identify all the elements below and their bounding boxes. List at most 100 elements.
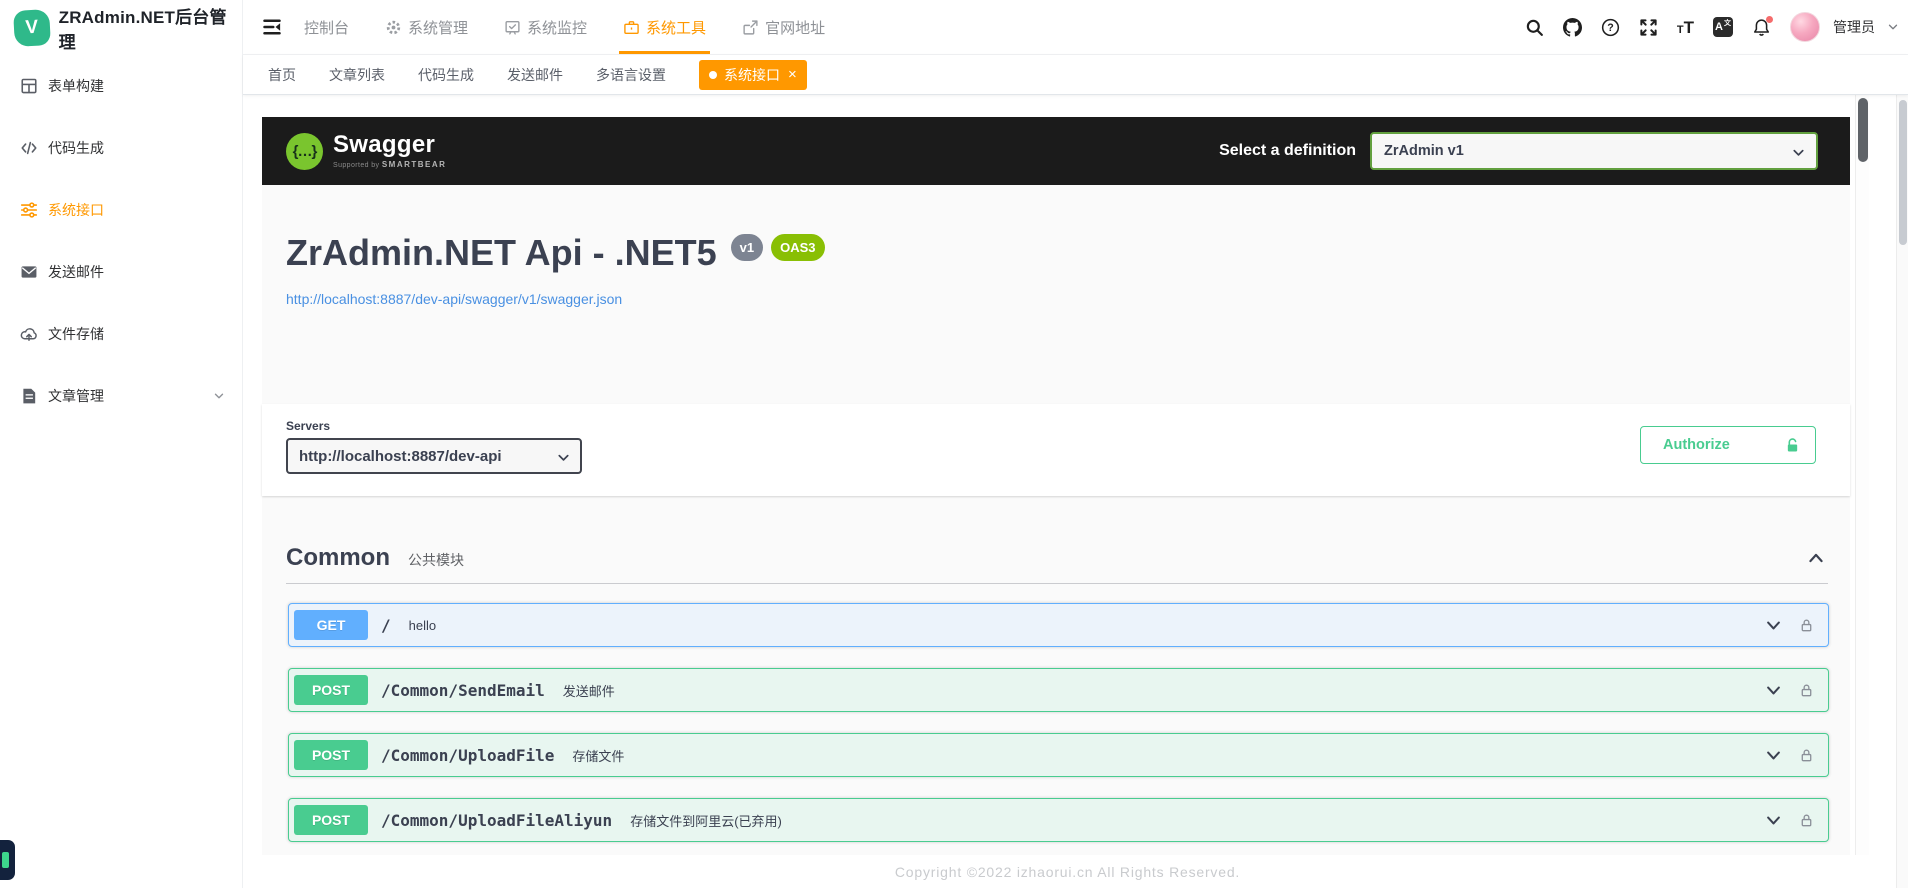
- operation-summary: 发送邮件: [563, 681, 615, 700]
- search-icon[interactable]: [1525, 18, 1544, 37]
- sidebar-item-code-gen[interactable]: 代码生成: [0, 117, 242, 179]
- swagger-topbar: {…} Swagger Supported by SMARTBEAR Selec…: [262, 117, 1850, 185]
- tab-article-list[interactable]: 文章列表: [329, 65, 385, 85]
- chevron-up-icon[interactable]: [1806, 548, 1826, 568]
- nav-item-label: 控制台: [304, 17, 349, 38]
- chevron-down-icon[interactable]: [1764, 681, 1783, 700]
- lock-icon[interactable]: [1799, 618, 1814, 633]
- operation-path: /Common/UploadFile: [381, 746, 554, 765]
- app-header: 控制台 系统管理 系统监控 系统工具: [243, 0, 1908, 55]
- nav-item-console[interactable]: 控制台: [304, 0, 349, 54]
- form-grid-icon: [20, 77, 38, 95]
- help-icon[interactable]: ?: [1601, 18, 1620, 37]
- chevron-down-icon[interactable]: [1764, 616, 1783, 635]
- scrollbar-thumb[interactable]: [1899, 100, 1907, 245]
- collapse-sidebar-icon[interactable]: [262, 17, 282, 37]
- sidebar-item-send-email[interactable]: 发送邮件: [0, 241, 242, 303]
- main-column: 控制台 系统管理 系统监控 系统工具: [243, 0, 1908, 888]
- scheme-container: Servers http://localhost:8887/dev-api Au…: [262, 404, 1850, 496]
- chevron-down-icon: [212, 389, 226, 403]
- lock-icon[interactable]: [1799, 813, 1814, 828]
- definition-select[interactable]: ZrAdmin v1: [1370, 132, 1818, 170]
- sidebar-item-form-build[interactable]: 表单构建: [0, 55, 242, 117]
- nav-item-website[interactable]: 官网地址: [742, 0, 825, 54]
- nav-item-label: 系统管理: [408, 17, 468, 38]
- envelope-icon: [20, 263, 38, 281]
- font-size-icon[interactable]: TT: [1677, 19, 1694, 36]
- servers-label: Servers: [286, 419, 1826, 433]
- username[interactable]: 管理员: [1833, 17, 1875, 37]
- tab-send-email[interactable]: 发送邮件: [507, 65, 563, 85]
- server-select[interactable]: http://localhost:8887/dev-api: [286, 438, 582, 474]
- lock-icon[interactable]: [1799, 683, 1814, 698]
- monitor-icon: [504, 19, 521, 36]
- fullscreen-icon[interactable]: [1639, 18, 1658, 37]
- unlock-icon: [1784, 437, 1801, 454]
- smartbear-label: SMARTBEAR: [382, 160, 447, 169]
- cloud-upload-icon: [20, 325, 38, 343]
- section-common-header[interactable]: Common 公共模块: [286, 532, 1828, 584]
- nav-item-label: 系统工具: [646, 17, 706, 38]
- sidebar-item-label: 系统接口: [48, 200, 104, 220]
- close-tab-icon[interactable]: ×: [788, 67, 797, 82]
- version-badge: v1: [731, 234, 763, 261]
- nav-item-system-monitor[interactable]: 系统监控: [504, 0, 587, 54]
- oas3-badge: OAS3: [771, 234, 824, 261]
- app-title: ZRAdmin.NET后台管理: [59, 3, 242, 53]
- section-title: Common: [286, 544, 390, 572]
- tab-code-gen[interactable]: 代码生成: [418, 65, 474, 85]
- swagger-brand[interactable]: {…} Swagger Supported by SMARTBEAR: [286, 133, 446, 170]
- api-info: ZrAdmin.NET Api - .NET5 v1 OAS3 http://l…: [262, 185, 1850, 309]
- sidebar-item-label: 表单构建: [48, 76, 104, 96]
- chevron-down-icon[interactable]: [1886, 20, 1900, 34]
- tab-home[interactable]: 首页: [268, 65, 296, 85]
- method-badge: POST: [294, 675, 368, 705]
- sidebar-item-label: 文件存储: [48, 324, 104, 344]
- github-icon[interactable]: [1563, 18, 1582, 37]
- nav-item-system-tools[interactable]: 系统工具: [623, 0, 706, 54]
- page-content: {…} Swagger Supported by SMARTBEAR Selec…: [243, 95, 1908, 888]
- swagger-brand-subtitle: Supported by SMARTBEAR: [333, 160, 446, 169]
- scrollbar-thumb[interactable]: [1858, 98, 1868, 162]
- method-badge: GET: [294, 610, 368, 640]
- sidebar-item-article-manage[interactable]: 文章管理: [0, 365, 242, 427]
- sidebar: V ZRAdmin.NET后台管理 表单构建 代码生成 系统接口 发送邮件: [0, 0, 243, 888]
- tab-system-api-active[interactable]: 系统接口 ×: [699, 60, 807, 90]
- language-icon[interactable]: A文: [1713, 17, 1733, 37]
- swagger-scrollbar[interactable]: [1855, 95, 1869, 888]
- chevron-down-icon[interactable]: [1764, 746, 1783, 765]
- operation-row-send-email[interactable]: POST /Common/SendEmail 发送邮件: [288, 668, 1829, 712]
- tab-i18n[interactable]: 多语言设置: [596, 65, 666, 85]
- method-badge: POST: [294, 805, 368, 835]
- supported-by-label: Supported by: [333, 162, 379, 169]
- app-logo-row[interactable]: V ZRAdmin.NET后台管理: [0, 0, 242, 55]
- lock-icon[interactable]: [1799, 748, 1814, 763]
- operation-path: /: [381, 616, 391, 635]
- operation-row-get-hello[interactable]: GET / hello: [288, 603, 1829, 647]
- operation-row-upload-file-aliyun[interactable]: POST /Common/UploadFileAliyun 存储文件到阿里云(已…: [288, 798, 1829, 842]
- authorize-label: Authorize: [1663, 437, 1730, 453]
- sliders-icon: [20, 201, 38, 219]
- chevron-down-icon[interactable]: [1764, 811, 1783, 830]
- swagger-logo-icon: {…}: [286, 133, 323, 170]
- select-definition-label: Select a definition: [1219, 142, 1356, 160]
- api-title: ZrAdmin.NET Api - .NET5: [286, 235, 717, 271]
- nav-item-label: 系统监控: [527, 17, 587, 38]
- gear-icon: [385, 19, 402, 36]
- authorize-button[interactable]: Authorize: [1640, 426, 1816, 464]
- avatar[interactable]: [1790, 12, 1820, 42]
- spec-url-link[interactable]: http://localhost:8887/dev-api/swagger/v1…: [286, 291, 622, 307]
- sidebar-item-system-api[interactable]: 系统接口: [0, 179, 242, 241]
- chevron-down-icon: [556, 450, 571, 465]
- operation-row-upload-file[interactable]: POST /Common/UploadFile 存储文件: [288, 733, 1829, 777]
- notifications-bell-icon[interactable]: [1752, 18, 1771, 37]
- page-scrollbar[interactable]: [1896, 95, 1908, 888]
- sidebar-item-file-storage[interactable]: 文件存储: [0, 303, 242, 365]
- notification-dot: [1766, 16, 1773, 23]
- devtools-toggle-widget[interactable]: [0, 840, 15, 880]
- tab-label: 系统接口: [724, 65, 780, 85]
- section-subtitle: 公共模块: [408, 550, 464, 570]
- copyright-text: Copyright ©2022 izhaorui.cn All Rights R…: [895, 864, 1240, 880]
- top-navigation: 控制台 系统管理 系统监控 系统工具: [304, 0, 861, 54]
- nav-item-system-manage[interactable]: 系统管理: [385, 0, 468, 54]
